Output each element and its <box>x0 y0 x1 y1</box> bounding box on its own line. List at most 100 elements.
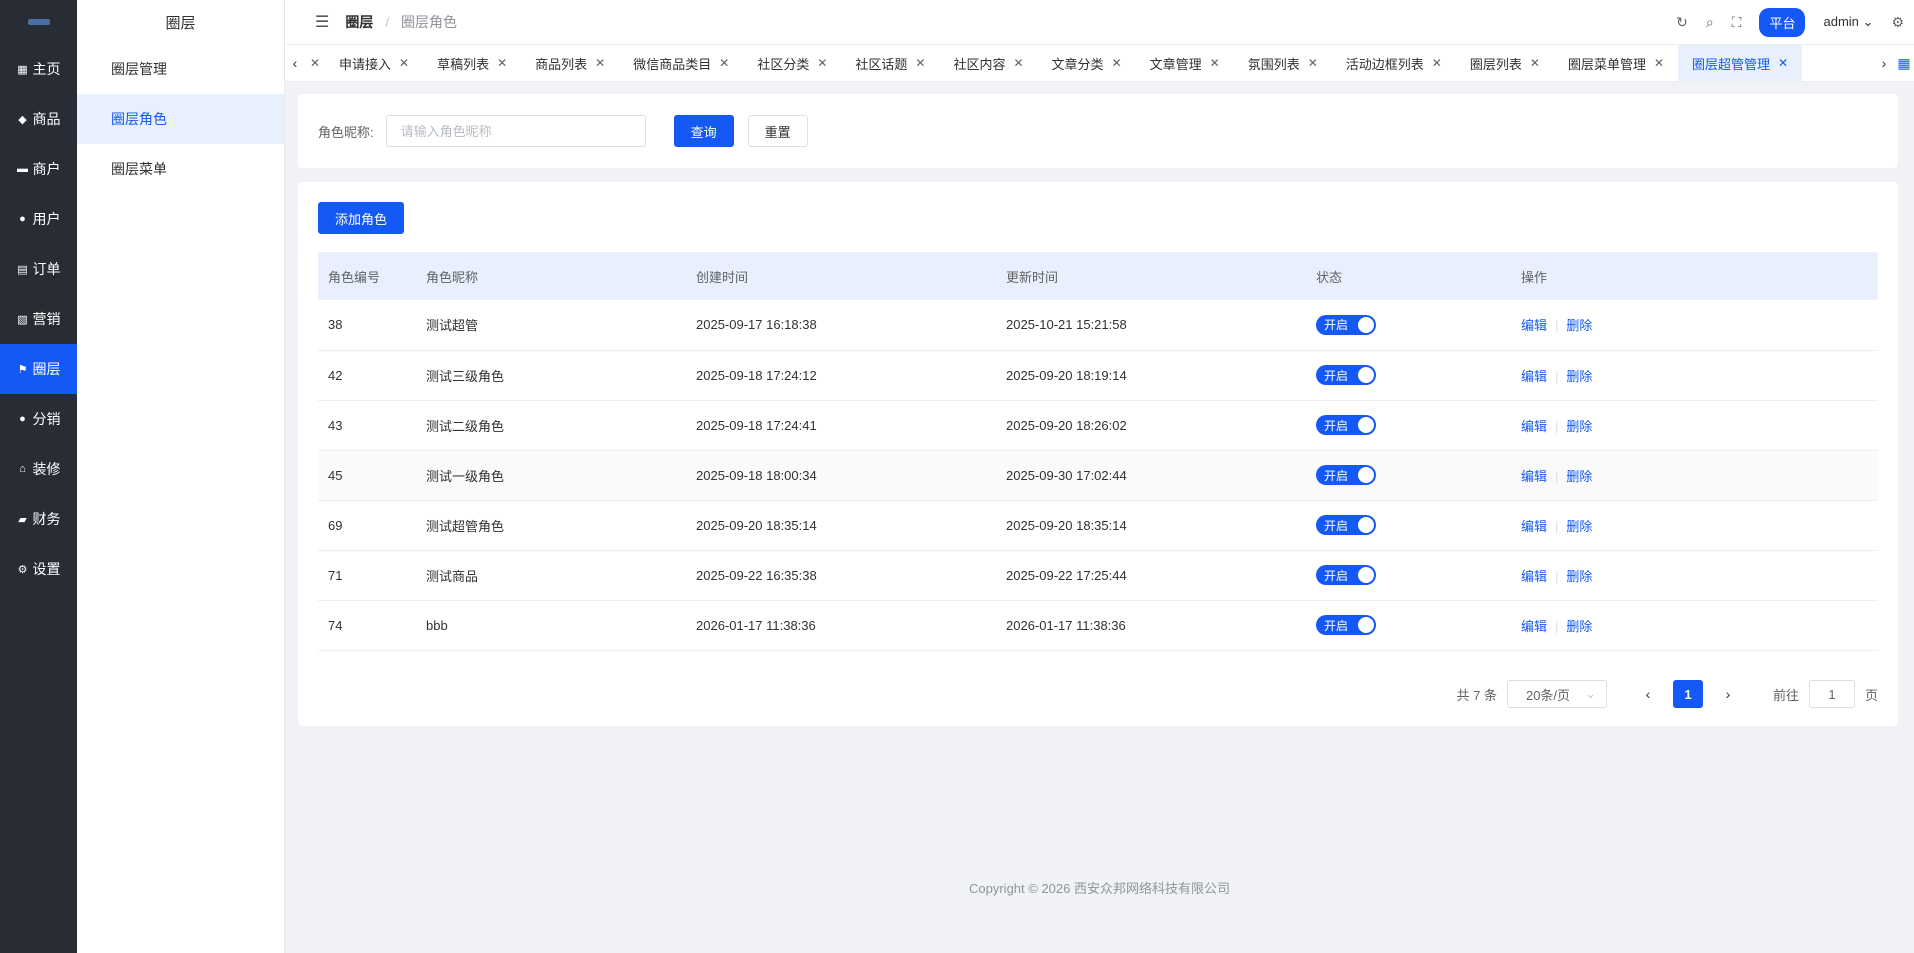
updated-time: 2025-09-30 17:02:44 <box>996 450 1306 501</box>
user-menu[interactable]: admin ⌄ <box>1823 14 1873 30</box>
nav-item-0[interactable]: ▦ 主页 <box>0 44 77 94</box>
status-toggle[interactable]: 开启 <box>1316 314 1376 335</box>
tab-11[interactable]: 圈层列表 ✕ <box>1456 45 1554 81</box>
close-icon[interactable]: ✕ <box>719 56 729 70</box>
close-icon[interactable]: ✕ <box>1778 56 1788 70</box>
nav-item-1[interactable]: ◆ 商品 <box>0 94 77 144</box>
delete-link[interactable]: 删除 <box>1566 469 1592 484</box>
close-icon[interactable]: ✕ <box>305 56 325 70</box>
tab-13[interactable]: 圈层超管管理 ✕ <box>1678 45 1803 81</box>
menu-toggle-icon[interactable]: ☰ <box>315 12 329 32</box>
status-toggle[interactable]: 开启 <box>1316 365 1376 385</box>
tab-12[interactable]: 圈层菜单管理 ✕ <box>1554 45 1678 81</box>
created-time: 2025-09-20 18:35:14 <box>686 500 996 551</box>
nav-item-8[interactable]: ⌂ 装修 <box>0 444 77 494</box>
nav-item-3[interactable]: ● 用户 <box>0 194 77 244</box>
tab-3[interactable]: 微信商品类目 ✕ <box>619 45 743 81</box>
chevron-right-icon[interactable]: › <box>1874 55 1894 71</box>
delete-link[interactable]: 删除 <box>1566 519 1592 534</box>
chevron-left-icon[interactable]: ‹ <box>285 55 305 71</box>
nav-item-label: 商户 <box>32 161 61 177</box>
refresh-icon[interactable]: ↻ <box>1676 14 1688 31</box>
delete-link[interactable]: 删除 <box>1566 619 1592 634</box>
platform-button[interactable]: 平台 <box>1759 7 1806 37</box>
tab-2[interactable]: 商品列表 ✕ <box>521 45 619 81</box>
fullscreen-icon[interactable]: ⛶ <box>1732 14 1742 31</box>
page-size-select[interactable]: 20条/页 ⌄ <box>1506 680 1607 708</box>
nav-item-label: 分销 <box>32 411 61 427</box>
tab-label: 圈层超管管理 <box>1692 56 1771 72</box>
user-icon: ● <box>19 213 26 225</box>
delete-link[interactable]: 删除 <box>1566 369 1592 384</box>
nav-item-4[interactable]: ▤ 订单 <box>0 244 77 294</box>
status-toggle-label: 开启 <box>1324 568 1349 583</box>
sub-item-2[interactable]: 圈层菜单 <box>77 144 284 194</box>
delete-link[interactable]: 删除 <box>1566 419 1592 434</box>
edit-link[interactable]: 编辑 <box>1521 569 1547 584</box>
goto-label: 前往 <box>1772 687 1799 703</box>
nav-item-2[interactable]: ▬ 商户 <box>0 144 77 194</box>
add-role-button[interactable]: 添加角色 <box>318 202 405 234</box>
edit-link[interactable]: 编辑 <box>1521 318 1547 333</box>
table-row: 71 测试商品 2025-09-22 16:35:38 2025-09-22 1… <box>318 550 1878 601</box>
status-toggle-label: 开启 <box>1324 468 1349 483</box>
close-icon[interactable]: ✕ <box>817 56 827 70</box>
edit-link[interactable]: 编辑 <box>1521 369 1547 384</box>
actions-cell: 编辑 | 删除 <box>1511 600 1878 651</box>
role-name: 测试二级角色 <box>416 400 686 451</box>
edit-link[interactable]: 编辑 <box>1521 469 1547 484</box>
status-toggle[interactable]: 开启 <box>1316 515 1376 535</box>
nav-item-7[interactable]: ● 分销 <box>0 394 77 444</box>
status-toggle[interactable]: 开启 <box>1316 415 1376 435</box>
status-cell: 开启 <box>1306 400 1511 451</box>
edit-link[interactable]: 编辑 <box>1521 619 1547 634</box>
breadcrumb-parent[interactable]: 圈层 <box>345 12 373 32</box>
close-icon[interactable]: ✕ <box>1112 56 1122 70</box>
close-icon[interactable]: ✕ <box>1530 56 1540 70</box>
nav-item-10[interactable]: ⚙ 设置 <box>0 544 77 594</box>
edit-link[interactable]: 编辑 <box>1521 419 1547 434</box>
close-icon[interactable]: ✕ <box>1308 56 1318 70</box>
status-toggle-label: 开启 <box>1324 518 1349 533</box>
edit-link[interactable]: 编辑 <box>1521 519 1547 534</box>
gear-icon[interactable]: ⚙ <box>1891 14 1904 31</box>
action-separator: | <box>1555 468 1559 484</box>
role-name-input[interactable] <box>385 115 646 147</box>
status-toggle[interactable]: 开启 <box>1316 565 1376 585</box>
tab-9[interactable]: 氛围列表 ✕ <box>1234 45 1332 81</box>
prev-page-icon[interactable]: ‹ <box>1633 686 1663 702</box>
status-toggle[interactable]: 开启 <box>1316 465 1376 485</box>
close-icon[interactable]: ✕ <box>1013 56 1023 70</box>
pagination: 共 7 条 20条/页 ⌄ ‹ 1 › 前往 页 <box>1457 680 1878 708</box>
delete-link[interactable]: 删除 <box>1566 318 1592 333</box>
close-icon[interactable]: ✕ <box>497 56 507 70</box>
tab-6[interactable]: 社区内容 ✕ <box>939 45 1037 81</box>
reset-button[interactable]: 重置 <box>747 115 808 147</box>
tab-10[interactable]: 活动边框列表 ✕ <box>1332 45 1456 81</box>
delete-link[interactable]: 删除 <box>1566 569 1592 584</box>
tab-8[interactable]: 文章管理 ✕ <box>1136 45 1234 81</box>
grid-icon[interactable]: ▦ <box>1894 55 1914 72</box>
next-page-icon[interactable]: › <box>1713 686 1743 702</box>
query-button[interactable]: 查询 <box>673 115 734 147</box>
status-toggle[interactable]: 开启 <box>1316 615 1376 635</box>
tab-1[interactable]: 草稿列表 ✕ <box>423 45 521 81</box>
close-icon[interactable]: ✕ <box>1654 56 1664 70</box>
search-icon[interactable]: ⌕ <box>1706 14 1714 31</box>
tab-0[interactable]: 申请接入 ✕ <box>325 45 423 81</box>
page-number-1[interactable]: 1 <box>1672 680 1703 708</box>
close-icon[interactable]: ✕ <box>1210 56 1220 70</box>
sub-item-0[interactable]: 圈层管理 <box>77 44 284 94</box>
sub-item-1[interactable]: 圈层角色 <box>77 94 284 144</box>
close-icon[interactable]: ✕ <box>399 56 409 70</box>
nav-item-5[interactable]: ▧ 营销 <box>0 294 77 344</box>
close-icon[interactable]: ✕ <box>595 56 605 70</box>
tab-5[interactable]: 社区话题 ✕ <box>841 45 939 81</box>
close-icon[interactable]: ✕ <box>1432 56 1442 70</box>
close-icon[interactable]: ✕ <box>915 56 925 70</box>
tab-7[interactable]: 文章分类 ✕ <box>1038 45 1136 81</box>
tab-4[interactable]: 社区分类 ✕ <box>743 45 841 81</box>
nav-item-6[interactable]: ⚑ 圈层 <box>0 344 77 394</box>
nav-item-9[interactable]: ▰ 财务 <box>0 494 77 544</box>
goto-page-input[interactable] <box>1808 680 1855 708</box>
